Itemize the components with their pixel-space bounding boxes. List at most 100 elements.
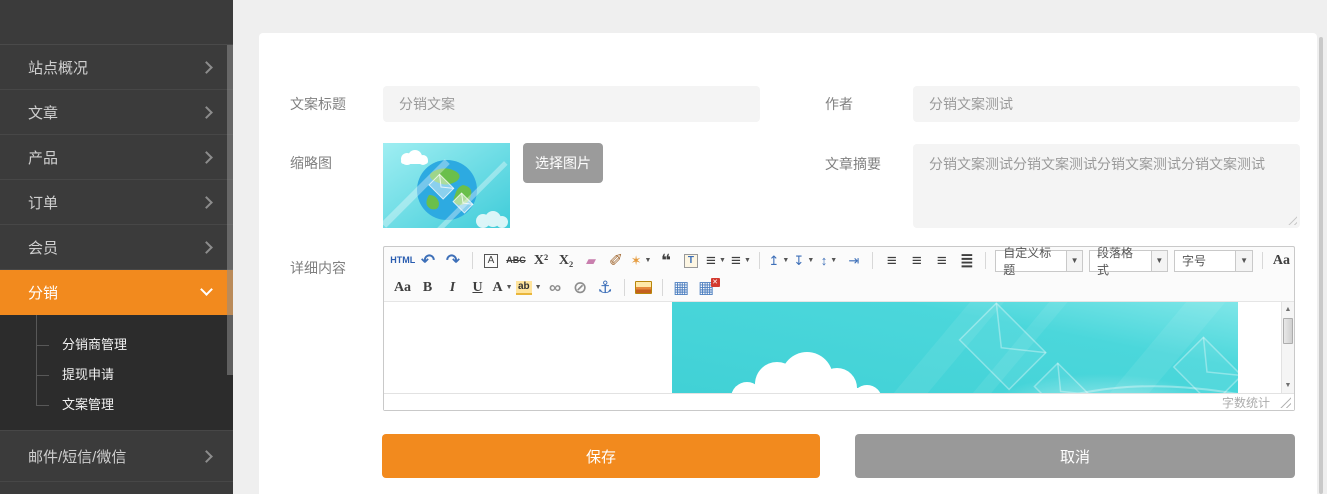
sidebar-item-orders[interactable]: 订单 xyxy=(0,180,233,225)
dropdown-caret-icon: ▼ xyxy=(535,284,542,291)
highlight-color-icon[interactable]: ab▼ xyxy=(516,277,542,299)
author-input[interactable] xyxy=(913,86,1300,122)
sidebar-item-label: 会员 xyxy=(28,237,58,258)
toolbar-separator xyxy=(662,279,663,296)
editor-statusbar: 字数统计 xyxy=(384,393,1294,410)
editor-banner-image xyxy=(672,302,1238,393)
blockquote-icon[interactable]: ❝ xyxy=(654,250,677,272)
content-card: 文案标题 作者 缩略图 xyxy=(259,33,1317,494)
font-color-icon[interactable]: A▼ xyxy=(491,277,514,299)
unlink-icon[interactable]: ⊘ xyxy=(569,277,592,299)
save-button[interactable]: 保存 xyxy=(382,434,820,478)
editor-resize-grip[interactable] xyxy=(1280,397,1291,408)
sidebar: 站点概况 文章 产品 订单 会员 分销 分销商管理 提现申请 文案管理 xyxy=(0,0,233,494)
html-source-button[interactable]: HTML xyxy=(391,250,415,272)
scroll-up-icon[interactable]: ▲ xyxy=(1282,303,1294,316)
word-count-label: 字数统计 xyxy=(1222,394,1270,411)
cancel-button[interactable]: 取消 xyxy=(855,434,1295,478)
toolbar-separator xyxy=(624,279,625,296)
redo-icon[interactable]: ↷ xyxy=(442,250,465,272)
thumbnail-label: 缩略图 xyxy=(290,153,332,173)
align-left-icon[interactable]: ≡ xyxy=(880,250,903,272)
editor-toolbar-row-1: HTML↶↷AABCX²X₂▰✐✶▼❝T≡▼≡▼↥▼↧▼↕▼⇥≡≡≡≣自定义标题… xyxy=(384,247,1294,274)
page-scrollbar-thumb[interactable] xyxy=(1319,37,1323,494)
delete-badge-icon: ✕ xyxy=(711,278,720,287)
rich-text-editor: HTML↶↷AABCX²X₂▰✐✶▼❝T≡▼≡▼↥▼↧▼↕▼⇥≡≡≡≣自定义标题… xyxy=(383,246,1295,411)
superscript-icon[interactable]: X² xyxy=(529,250,552,272)
font-size-select-label: 字号 xyxy=(1175,252,1235,269)
quick-format-icon[interactable]: A xyxy=(479,250,502,272)
justify-icon[interactable]: ≣ xyxy=(955,250,978,272)
dropdown-caret-icon: ▼ xyxy=(1066,251,1082,271)
indent-icon[interactable]: ⇥ xyxy=(842,250,865,272)
case-convert-alt-icon[interactable]: Aa xyxy=(391,277,414,299)
dropdown-caret-icon: ▼ xyxy=(782,257,789,264)
editor-toolbar-row-2: AaBIUA▼ab▼∞⊘⚓ ▦▦✕ xyxy=(384,274,1294,301)
case-convert-icon[interactable]: Aa xyxy=(1270,250,1293,272)
sidebar-item-site-overview[interactable]: 站点概况 xyxy=(0,45,233,90)
thumbnail-image xyxy=(383,143,510,228)
submenu-item-withdrawal-requests[interactable]: 提现申请 xyxy=(0,360,233,390)
summary-textarea[interactable]: 分销文案测试分销文案测试分销文案测试分销文案测试 xyxy=(913,144,1300,228)
scroll-down-icon[interactable]: ▼ xyxy=(1282,379,1294,392)
admin-page: 站点概况 文章 产品 订单 会员 分销 分销商管理 提现申请 文案管理 xyxy=(0,0,1327,494)
title-label: 文案标题 xyxy=(290,86,346,122)
space-after-paragraph-icon[interactable]: ↧▼ xyxy=(792,250,815,272)
bullet-list-icon[interactable]: ≡▼ xyxy=(729,250,752,272)
chevron-right-icon xyxy=(200,151,213,164)
ordered-list-icon[interactable]: ≡▼ xyxy=(704,250,727,272)
dropdown-caret-icon: ▼ xyxy=(644,257,651,264)
sidebar-item-label: 订单 xyxy=(28,192,58,213)
font-size-select[interactable]: 字号▼ xyxy=(1174,250,1253,272)
editor-scrollbar-thumb[interactable] xyxy=(1283,318,1293,344)
sidebar-item-distribution[interactable]: 分销 xyxy=(0,270,233,315)
bold-icon[interactable]: B xyxy=(416,277,439,299)
space-before-paragraph-icon[interactable]: ↥▼ xyxy=(767,250,790,272)
chevron-right-icon xyxy=(200,241,213,254)
insert-image-icon[interactable] xyxy=(632,277,655,299)
title-input[interactable] xyxy=(383,86,760,122)
format-brush-icon[interactable]: ✐ xyxy=(604,250,627,272)
paste-as-text-icon[interactable]: T xyxy=(679,250,702,272)
sidebar-item-messaging[interactable]: 邮件/短信/微信 xyxy=(0,431,233,482)
dropdown-caret-icon: ▼ xyxy=(1235,251,1252,271)
sidebar-item-members[interactable]: 会员 xyxy=(0,225,233,270)
custom-heading-select[interactable]: 自定义标题▼ xyxy=(995,250,1083,272)
chevron-right-icon xyxy=(200,196,213,209)
chevron-right-icon xyxy=(200,450,213,463)
summary-label: 文章摘要 xyxy=(825,154,881,174)
submenu-item-copy-management[interactable]: 文案管理 xyxy=(0,390,233,420)
chevron-down-icon xyxy=(200,283,213,296)
submenu-item-distributor-management[interactable]: 分销商管理 xyxy=(0,330,233,360)
remove-format-eraser-icon[interactable]: ▰ xyxy=(579,250,602,272)
select-image-button[interactable]: 选择图片 xyxy=(523,143,603,183)
paragraph-format-select-label: 段落格式 xyxy=(1090,244,1151,278)
editor-content-area[interactable]: ▲ ▼ xyxy=(384,301,1294,393)
toolbar-separator xyxy=(872,252,873,269)
dropdown-caret-icon: ▼ xyxy=(807,257,814,264)
sidebar-header xyxy=(0,0,233,45)
subscript-icon[interactable]: X₂ xyxy=(554,250,577,272)
sidebar-item-products[interactable]: 产品 xyxy=(0,135,233,180)
editor-scrollbar[interactable]: ▲ ▼ xyxy=(1281,302,1294,393)
anchor-icon[interactable]: ⚓ xyxy=(594,277,617,299)
line-height-icon[interactable]: ↕▼ xyxy=(817,250,840,272)
magic-effects-icon[interactable]: ✶▼ xyxy=(629,250,652,272)
sidebar-scrollbar-thumb[interactable] xyxy=(227,45,233,375)
underline-icon[interactable]: U xyxy=(466,277,489,299)
content-label: 详细内容 xyxy=(290,258,346,278)
sidebar-item-label: 产品 xyxy=(28,147,58,168)
delete-table-icon[interactable]: ▦✕ xyxy=(695,277,718,299)
undo-icon[interactable]: ↶ xyxy=(417,250,440,272)
toolbar-separator xyxy=(759,252,760,269)
sidebar-item-articles[interactable]: 文章 xyxy=(0,90,233,135)
dropdown-caret-icon: ▼ xyxy=(719,257,726,264)
align-center-icon[interactable]: ≡ xyxy=(905,250,928,272)
align-right-icon[interactable]: ≡ xyxy=(930,250,953,272)
toolbar-separator xyxy=(1262,252,1263,269)
insert-link-icon[interactable]: ∞ xyxy=(544,277,567,299)
insert-table-icon[interactable]: ▦ xyxy=(670,277,693,299)
italic-icon[interactable]: I xyxy=(441,277,464,299)
strikethrough-icon[interactable]: ABC xyxy=(504,250,527,272)
paragraph-format-select[interactable]: 段落格式▼ xyxy=(1089,250,1168,272)
